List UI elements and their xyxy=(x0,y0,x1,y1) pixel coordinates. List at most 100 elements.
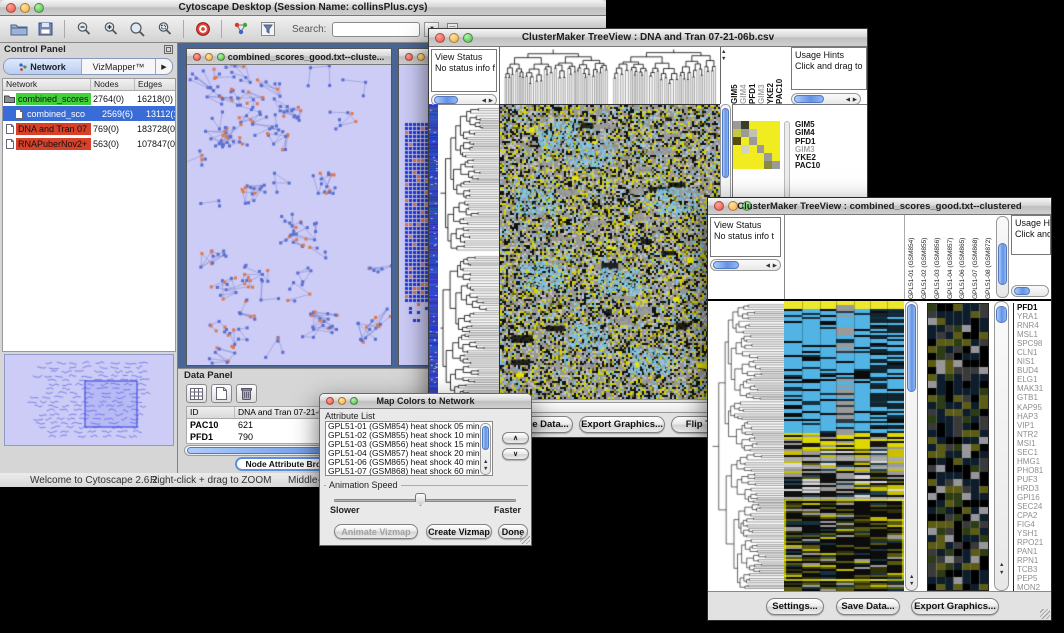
network-row[interactable]: combined_sco2569(6)13112(15) xyxy=(3,106,175,121)
tv2-gene-label[interactable]: CPA2 xyxy=(1017,511,1051,520)
tv2-gene-label[interactable]: CLN1 xyxy=(1017,348,1051,357)
tv2-gene-label[interactable]: YSH1 xyxy=(1017,529,1051,538)
tv1-row-label[interactable]: PAC10 xyxy=(795,162,820,170)
tv2-gene-label[interactable]: GPI16 xyxy=(1017,493,1051,502)
scroll-up-icon[interactable]: ▲ xyxy=(721,49,726,55)
tv2-gene-label[interactable]: HMG1 xyxy=(1017,457,1051,466)
tv2-gene-label[interactable]: MSL1 xyxy=(1017,330,1051,339)
scroll-up-icon[interactable]: ▲ xyxy=(909,574,914,580)
network-table-header[interactable]: Network Nodes Edges xyxy=(3,79,175,91)
scrollbar-thumb[interactable] xyxy=(1014,287,1030,295)
tv2-gene-label[interactable]: MAK31 xyxy=(1017,384,1051,393)
zoom-fit-icon[interactable] xyxy=(125,18,150,40)
save-session-button[interactable] xyxy=(33,18,58,40)
treeview2-titlebar[interactable]: ClusterMaker TreeView : combined_scores_… xyxy=(708,198,1051,215)
scroll-left-icon[interactable]: ◀ xyxy=(766,263,770,269)
minimize-icon[interactable] xyxy=(417,53,425,61)
tv2-status-scrollbar[interactable]: ◀ ▶ xyxy=(710,259,781,271)
scroll-up-icon[interactable]: ▲ xyxy=(483,459,488,465)
tv2-gene-label[interactable]: SEC1 xyxy=(1017,448,1051,457)
scrollbar-thumb[interactable] xyxy=(794,95,824,103)
network-row[interactable]: DNA and Tran 07769(0)183728(0) xyxy=(3,121,175,136)
tv2-gene-label[interactable]: BUD4 xyxy=(1017,366,1051,375)
float-panel-icon[interactable] xyxy=(164,45,173,54)
tv2-gene-label[interactable]: RPN1 xyxy=(1017,556,1051,565)
treeview1-titlebar[interactable]: ClusterMaker TreeView : DNA and Tran 07-… xyxy=(429,29,867,47)
zoom-in-icon[interactable] xyxy=(98,18,123,40)
tv2-gene-label[interactable]: PFD1 xyxy=(1017,303,1051,312)
animate-vizmap-button[interactable]: Animate Vizmap xyxy=(334,524,418,539)
tv2-gene-label[interactable]: HAP3 xyxy=(1017,412,1051,421)
attribute-item[interactable]: GPL51-07 (GSM868) heat shock 60 min xyxy=(326,467,492,476)
tv2-gene-label[interactable]: FIG4 xyxy=(1017,520,1051,529)
tv2-gene-label[interactable]: KAP95 xyxy=(1017,403,1051,412)
tv2-gene-label[interactable]: MON2 xyxy=(1017,583,1051,591)
tv1-summary-matrix[interactable] xyxy=(733,121,780,169)
tv2-usage-scrollbar[interactable] xyxy=(1011,285,1049,297)
attribute-list-scrollbar[interactable]: ▲ ▼ xyxy=(480,423,491,475)
tv2-gene-label[interactable]: HRD3 xyxy=(1017,484,1051,493)
tab-vizmapper[interactable]: VizMapper™ xyxy=(82,59,156,74)
main-titlebar[interactable]: Cytoscape Desktop (Session Name: collins… xyxy=(0,0,606,16)
open-session-button[interactable] xyxy=(6,18,31,40)
scroll-down-icon[interactable]: ▼ xyxy=(721,56,726,62)
data-col-id[interactable]: ID xyxy=(187,407,235,418)
col-network[interactable]: Network xyxy=(3,79,91,90)
tv2-settings-button[interactable]: Settings... xyxy=(766,598,824,615)
tv2-gene-label[interactable]: PHO81 xyxy=(1017,466,1051,475)
tv1-column-dendrogram-canvas[interactable] xyxy=(499,47,721,104)
scrollbar-thumb[interactable] xyxy=(482,426,489,450)
scrollbar-thumb[interactable] xyxy=(722,108,729,178)
birdseye-canvas[interactable] xyxy=(5,355,173,445)
tv2-vscrollbar[interactable]: ▲ ▼ xyxy=(905,301,918,591)
scroll-right-icon[interactable]: ▶ xyxy=(773,263,777,269)
filter-icon[interactable] xyxy=(255,18,280,40)
tv2-gene-label[interactable]: SPC98 xyxy=(1017,339,1051,348)
resize-grip[interactable] xyxy=(520,534,530,544)
tv2-gene-label[interactable]: ELG1 xyxy=(1017,375,1051,384)
tv2-gene-label[interactable]: TCB3 xyxy=(1017,565,1051,574)
create-vizmap-button[interactable]: Create Vizmap xyxy=(426,524,492,539)
resize-grip[interactable] xyxy=(1040,609,1050,619)
tab-overflow[interactable]: ▶ xyxy=(156,59,172,74)
scroll-left-icon[interactable]: ◀ xyxy=(846,97,850,103)
tv2-zoom-heatmap-canvas[interactable] xyxy=(927,303,989,591)
delete-attribute-icon[interactable] xyxy=(236,384,257,403)
network-overview-icon[interactable] xyxy=(228,18,253,40)
col-nodes[interactable]: Nodes xyxy=(91,79,135,90)
birdseye-panel[interactable] xyxy=(4,354,174,446)
tv1-export-graphics-button[interactable]: Export Graphics... xyxy=(579,416,665,433)
scroll-right-icon[interactable]: ▶ xyxy=(853,97,857,103)
tv2-gene-label[interactable]: YRA1 xyxy=(1017,312,1051,321)
tv2-gene-label[interactable]: GTB1 xyxy=(1017,393,1051,402)
tv2-export-graphics-button[interactable]: Export Graphics... xyxy=(911,598,999,615)
tab-network[interactable]: Network xyxy=(4,59,82,74)
help-icon[interactable] xyxy=(190,18,215,40)
zoom-selected-icon[interactable] xyxy=(152,18,177,40)
tv2-gene-label[interactable]: RNR4 xyxy=(1017,321,1051,330)
tv2-gene-label[interactable]: RPO21 xyxy=(1017,538,1051,547)
tv1-overview-strip-canvas[interactable] xyxy=(429,104,438,399)
tv2-gene-label[interactable]: SEC24 xyxy=(1017,502,1051,511)
tv2-gene-scrollbar[interactable]: ▲ ▼ xyxy=(994,301,1009,591)
tv2-labels-scrollbar[interactable] xyxy=(996,216,1009,298)
tv2-heatmap-canvas[interactable] xyxy=(784,301,904,591)
scroll-up-icon[interactable]: ▲ xyxy=(999,562,1004,568)
col-edges[interactable]: Edges xyxy=(135,79,175,90)
scrollbar-thumb[interactable] xyxy=(996,306,1007,323)
network-row[interactable]: RNAPuberNov2+563(0)107847(0) xyxy=(3,136,175,151)
scroll-down-icon[interactable]: ▼ xyxy=(999,570,1004,576)
dialog-titlebar[interactable]: Map Colors to Network xyxy=(320,394,531,409)
scrollbar-thumb[interactable] xyxy=(713,261,739,269)
scrollbar-thumb[interactable] xyxy=(998,243,1007,285)
tv2-gene-label[interactable]: NIS1 xyxy=(1017,357,1051,366)
scroll-down-icon[interactable]: ▼ xyxy=(483,466,488,472)
tv1-heatmap-canvas[interactable] xyxy=(499,104,720,400)
tv1-gene-dendrogram-canvas[interactable] xyxy=(438,104,499,400)
tv2-save-data-button[interactable]: Save Data... xyxy=(836,598,900,615)
attribute-select-icon[interactable] xyxy=(186,384,207,403)
move-up-button[interactable]: ∧ xyxy=(502,432,529,444)
tv2-gene-label[interactable]: MSI1 xyxy=(1017,439,1051,448)
tv2-gene-label[interactable]: PUF3 xyxy=(1017,475,1051,484)
search-input[interactable] xyxy=(332,22,420,37)
